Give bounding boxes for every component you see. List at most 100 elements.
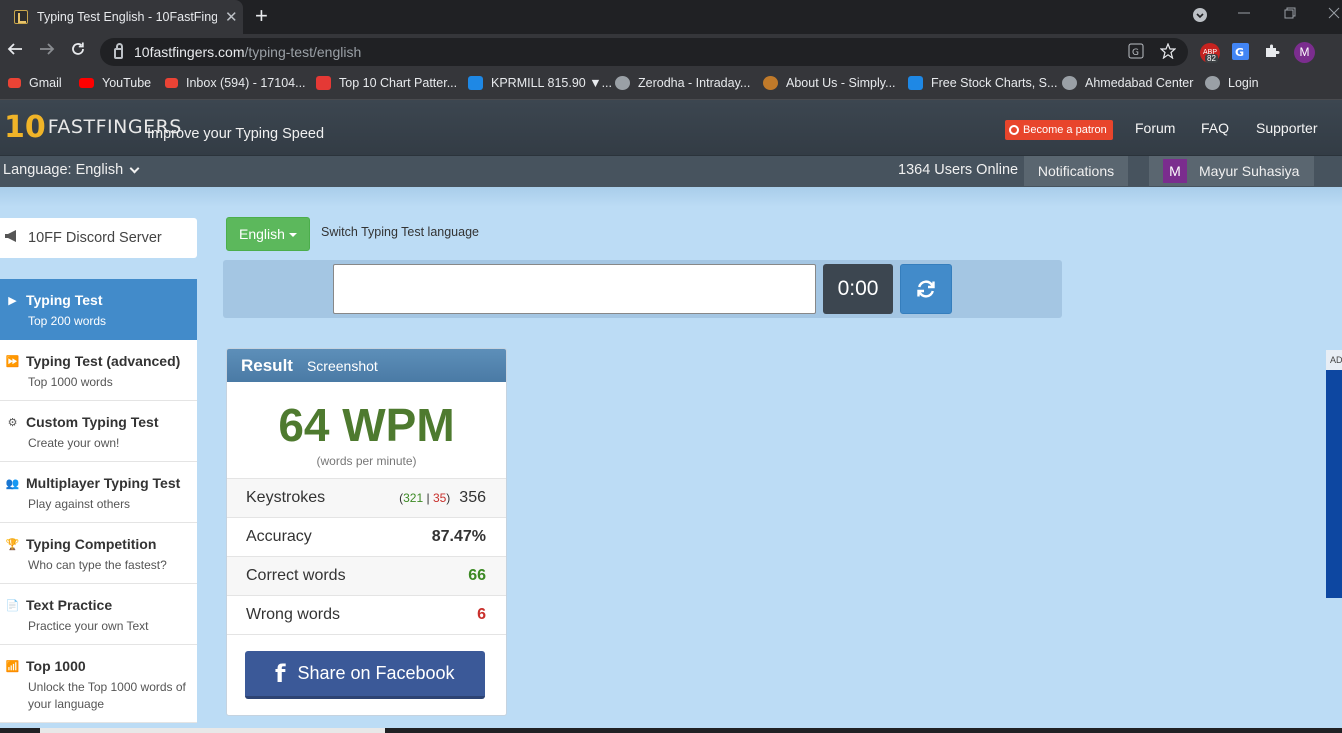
sidebar-item-custom-typing-test[interactable]: ⚙ Custom Typing Test Create your own! bbox=[0, 401, 197, 462]
screenshot-link[interactable]: Screenshot bbox=[307, 358, 378, 374]
patreon-icon bbox=[1009, 125, 1019, 135]
result-rows: Keystrokes (321 | 35) 356 Accuracy 87.47… bbox=[227, 479, 506, 635]
sidebar-item-top-1000[interactable]: 📶 Top 1000 Unlock the Top 1000 words of y… bbox=[0, 645, 197, 723]
bookmark-inbox[interactable]: Inbox (594) - 17104... bbox=[165, 76, 306, 90]
sidebar-item-label: Typing Test bbox=[26, 292, 103, 308]
sidebar-item-label: Multiplayer Typing Test bbox=[26, 475, 181, 491]
translate-icon[interactable]: G bbox=[1128, 43, 1144, 62]
address-toolbar: 10fastfingers.com/typing-test/english G … bbox=[0, 34, 1342, 70]
bookmark-gmail[interactable]: Gmail bbox=[8, 76, 62, 90]
chart-icon bbox=[908, 76, 923, 90]
svg-text:G: G bbox=[1132, 48, 1139, 58]
bookmark-about-us[interactable]: About Us - Simply... bbox=[763, 76, 896, 90]
share-facebook-button[interactable]: f Share on Facebook bbox=[245, 651, 485, 699]
svg-text:G: G bbox=[1235, 46, 1244, 59]
new-tab-button[interactable]: + bbox=[255, 5, 268, 27]
avatar: M bbox=[1163, 159, 1187, 183]
bookmark-kprmill[interactable]: KPRMILL 815.90 ▼... bbox=[468, 76, 612, 90]
bookmark-label: Ahmedabad Center bbox=[1085, 76, 1194, 90]
sidebar-item-multiplayer[interactable]: 👥 Multiplayer Typing Test Play against ot… bbox=[0, 462, 197, 523]
nav-forum[interactable]: Forum bbox=[1135, 120, 1175, 136]
tab-search-icon[interactable] bbox=[1193, 8, 1207, 25]
back-arrow-icon[interactable] bbox=[7, 41, 23, 62]
lock-icon[interactable] bbox=[114, 42, 123, 59]
share-facebook-label: Share on Facebook bbox=[297, 663, 455, 683]
keystrokes-detail: (321 | 35) bbox=[399, 491, 450, 505]
bookmark-label: KPRMILL 815.90 ▼... bbox=[491, 76, 612, 90]
tab-title: Typing Test English - 10FastFingers bbox=[37, 10, 217, 24]
caret-down-icon bbox=[288, 233, 297, 238]
chart-icon bbox=[468, 76, 483, 90]
wpm-value: 64 WPM bbox=[278, 399, 455, 451]
typing-input[interactable] bbox=[333, 264, 816, 314]
nav-faq[interactable]: FAQ bbox=[1201, 120, 1229, 136]
minimize-icon[interactable] bbox=[1238, 6, 1250, 22]
bookmarks-bar: Gmail YouTube Inbox (594) - 17104... Top… bbox=[0, 70, 1342, 100]
sidebar-item-typing-test[interactable]: ▶ Typing Test Top 200 words bbox=[0, 279, 197, 340]
bookmark-login[interactable]: Login bbox=[1205, 76, 1259, 90]
refresh-icon bbox=[917, 280, 935, 298]
become-patron-button[interactable]: Become a patron bbox=[1005, 120, 1113, 140]
bookmark-label: Zerodha - Intraday... bbox=[638, 76, 751, 90]
signal-bars-icon: 📶 bbox=[5, 660, 20, 673]
keystrokes-correct: 321 bbox=[403, 491, 424, 505]
bookmark-label: Login bbox=[1228, 76, 1259, 90]
language-dropdown-button[interactable]: English bbox=[226, 217, 310, 251]
forward-arrow-icon[interactable] bbox=[39, 41, 55, 62]
profile-avatar[interactable]: M bbox=[1294, 42, 1315, 63]
bookmark-youtube[interactable]: YouTube bbox=[79, 76, 151, 90]
adblock-count-badge: 82 bbox=[1205, 54, 1218, 63]
bookmark-chart-patterns[interactable]: Top 10 Chart Patter... bbox=[316, 76, 457, 90]
discord-server-link[interactable]: 10FF Discord Server bbox=[0, 218, 197, 258]
gmail-icon bbox=[8, 78, 21, 88]
document-icon: 📄 bbox=[5, 599, 20, 612]
bookmark-ahmedabad[interactable]: Ahmedabad Center bbox=[1062, 76, 1193, 90]
logo-ten: 10 bbox=[4, 109, 46, 145]
restore-icon[interactable] bbox=[1284, 6, 1296, 22]
bookmark-label: Top 10 Chart Patter... bbox=[339, 76, 458, 90]
result-panel: Result Screenshot 64 WPM (words per minu… bbox=[226, 348, 507, 716]
reload-page-icon[interactable] bbox=[70, 41, 86, 62]
sidebar-item-competition[interactable]: 🏆 Typing Competition Who can type the fas… bbox=[0, 523, 197, 584]
browser-tab-strip: Typing Test English - 10FastFingers ✕ + bbox=[0, 0, 1342, 34]
browser-tab-active[interactable]: Typing Test English - 10FastFingers ✕ bbox=[0, 0, 243, 34]
bookmark-star-icon[interactable] bbox=[1159, 42, 1177, 62]
correct-words-value: 66 bbox=[468, 567, 486, 584]
language-selector[interactable]: Language: English bbox=[3, 162, 140, 178]
play-icon: ▶ bbox=[8, 294, 17, 307]
trophy-icon: 🏆 bbox=[5, 538, 20, 551]
close-tab-icon[interactable]: ✕ bbox=[225, 8, 238, 26]
close-window-icon[interactable] bbox=[1328, 6, 1340, 22]
keystrokes-wrong: 35 bbox=[432, 491, 447, 505]
result-title: Result bbox=[241, 355, 293, 375]
sidebar-item-typing-test-advanced[interactable]: ⏩ Typing Test (advanced) Top 1000 words bbox=[0, 340, 197, 401]
ad-label: AD bbox=[1326, 350, 1342, 370]
patron-label: Become a patron bbox=[1023, 124, 1107, 136]
ig-icon bbox=[316, 76, 331, 90]
correct-words-label: Correct words bbox=[246, 567, 346, 584]
keystrokes-separator: | bbox=[426, 491, 430, 505]
accuracy-label: Accuracy bbox=[246, 528, 312, 545]
user-menu[interactable]: M Mayur Suhasiya bbox=[1149, 156, 1314, 186]
sidebar-item-label: Top 1000 bbox=[26, 658, 86, 674]
wrong-words-value: 6 bbox=[477, 606, 486, 623]
bookmark-zerodha[interactable]: Zerodha - Intraday... bbox=[615, 76, 750, 90]
paren-close: ) bbox=[446, 491, 451, 505]
bookmark-stock-charts[interactable]: Free Stock Charts, S... bbox=[908, 76, 1057, 90]
discord-label: 10FF Discord Server bbox=[28, 230, 162, 246]
timer: 0:00 bbox=[823, 264, 893, 314]
nav-supporter[interactable]: Supporter bbox=[1256, 120, 1317, 136]
advertisement-frame[interactable] bbox=[1326, 350, 1342, 598]
notifications-button[interactable]: Notifications bbox=[1024, 156, 1128, 186]
correct-words-row: Correct words 66 bbox=[227, 557, 506, 596]
google-translate-extension-icon[interactable]: G bbox=[1232, 43, 1249, 63]
sidebar-item-subtitle: Play against others bbox=[28, 497, 131, 511]
sidebar-item-label: Typing Competition bbox=[26, 536, 157, 552]
sidebar-item-label: Typing Test (advanced) bbox=[26, 353, 181, 369]
url-omnibox[interactable]: 10fastfingers.com/typing-test/english bbox=[100, 38, 1188, 66]
restart-button[interactable] bbox=[900, 264, 952, 314]
sidebar-item-text-practice[interactable]: 📄 Text Practice Practice your own Text bbox=[0, 584, 197, 645]
site-tagline: Improve your Typing Speed bbox=[147, 126, 325, 142]
bookmark-label: Inbox (594) - 17104... bbox=[186, 76, 306, 90]
extensions-puzzle-icon[interactable] bbox=[1264, 43, 1280, 62]
